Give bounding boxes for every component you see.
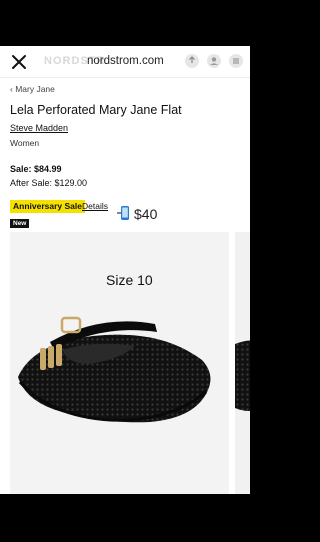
menu-icon[interactable] <box>228 53 244 69</box>
share-icon[interactable] <box>184 53 200 69</box>
close-icon[interactable] <box>10 53 28 71</box>
shoe-illustration <box>18 316 211 423</box>
price-note: $40 <box>134 206 158 222</box>
breadcrumb-label: Mary Jane <box>15 84 55 94</box>
url-bar-actions <box>184 53 244 69</box>
after-sale-price: After Sale: $129.00 <box>10 178 88 188</box>
phone-icon <box>117 206 129 220</box>
product-image[interactable]: Size 10 <box>10 232 229 494</box>
brand-link[interactable]: Steve Madden <box>10 123 68 133</box>
bottom-black-area <box>0 494 250 542</box>
image-gallery[interactable]: Size 10 <box>10 232 250 494</box>
top-black-bar <box>0 0 250 44</box>
product-title: Lela Perforated Mary Jane Flat <box>10 103 182 117</box>
product-page: NORDSTR nordstrom.com ‹ Mary Jane Lela P… <box>0 46 250 494</box>
screen: NORDSTR nordstrom.com ‹ Mary Jane Lela P… <box>0 0 250 542</box>
anniversary-sale-badge: Anniversary Sale <box>10 200 85 213</box>
browser-url-bar: NORDSTR nordstrom.com <box>0 46 250 78</box>
sale-price: Sale: $84.99 <box>10 164 62 174</box>
url-text[interactable]: nordstrom.com <box>87 55 164 67</box>
details-link[interactable]: Details <box>82 201 108 211</box>
breadcrumb[interactable]: ‹ Mary Jane <box>10 84 55 94</box>
product-gender: Women <box>10 138 40 148</box>
next-product-image[interactable] <box>235 232 250 494</box>
shoe-preview-illustration <box>235 340 250 411</box>
user-icon[interactable] <box>206 53 222 69</box>
new-badge: New <box>10 219 30 228</box>
